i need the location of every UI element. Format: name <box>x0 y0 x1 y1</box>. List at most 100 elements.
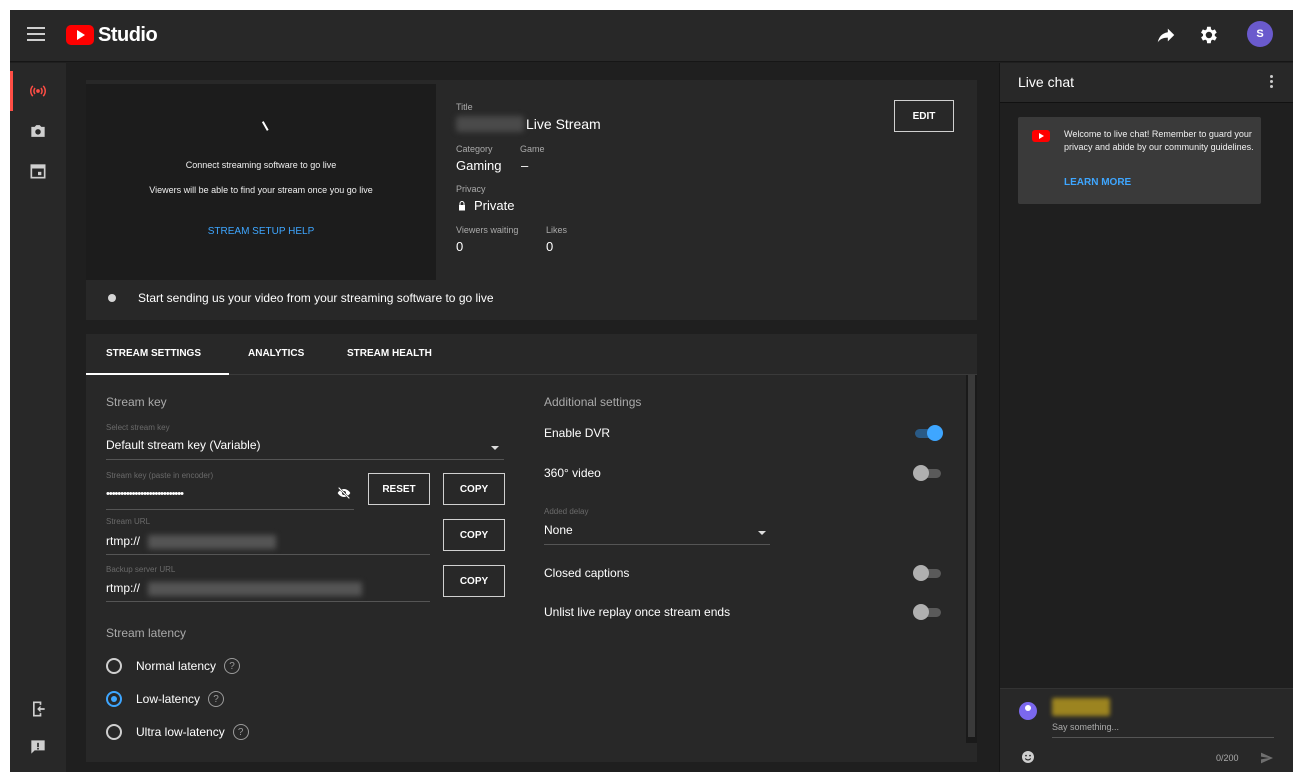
field-underline <box>1052 737 1274 738</box>
title-label: Title <box>456 102 473 112</box>
user-avatar-icon <box>1019 702 1037 720</box>
latency-normal-option[interactable]: Normal latency ? <box>106 656 241 676</box>
enable-dvr-toggle[interactable] <box>913 424 943 442</box>
chat-welcome-card: Welcome to live chat! Remember to guard … <box>1018 117 1261 204</box>
reset-key-button[interactable]: RESET <box>368 473 430 505</box>
stream-latency-title: Stream latency <box>106 626 187 640</box>
dropdown-caret-icon[interactable] <box>758 531 766 535</box>
emoji-icon[interactable] <box>1020 749 1036 765</box>
field-underline <box>106 601 430 602</box>
radio-button[interactable] <box>106 724 122 740</box>
live-broadcast-icon[interactable] <box>28 81 48 101</box>
stream-key-field[interactable]: ••••••••••••••••••••••••••• <box>106 488 184 500</box>
game-value: – <box>521 158 529 173</box>
redacted-title-prefix <box>456 116 524 132</box>
help-icon[interactable]: ? <box>232 724 249 740</box>
stream-preview: Connect streaming software to go live Vi… <box>86 84 436 280</box>
tab-analytics[interactable]: ANALYTICS <box>248 348 304 359</box>
chat-input-area: Say something... 0/200 <box>1000 688 1293 772</box>
camera-icon[interactable] <box>28 121 48 141</box>
help-icon[interactable]: ? <box>224 658 241 674</box>
live-chat-panel: Live chat Welcome to live chat! Remember… <box>999 63 1293 772</box>
copy-stream-url-button[interactable]: COPY <box>443 519 505 551</box>
hamburger-icon[interactable] <box>27 27 45 41</box>
studio-logo[interactable]: Studio <box>66 23 158 47</box>
viewers-waiting-label: Viewers waiting <box>456 225 519 235</box>
added-delay-label: Added delay <box>544 507 589 516</box>
active-nav-indicator <box>10 71 13 111</box>
closed-captions-toggle[interactable] <box>913 564 943 582</box>
calendar-icon[interactable] <box>28 161 48 181</box>
stream-url-field[interactable]: rtmp:// <box>106 534 140 548</box>
redacted-url <box>148 535 276 549</box>
learn-more-link[interactable]: LEARN MORE <box>1064 177 1131 188</box>
lock-icon <box>459 201 465 211</box>
viewers-info-text: Viewers will be able to find your stream… <box>149 185 373 195</box>
copy-backup-url-button[interactable]: COPY <box>443 565 505 597</box>
send-icon[interactable] <box>1258 750 1276 766</box>
unlist-replay-toggle[interactable] <box>913 603 943 621</box>
main-content: Connect streaming software to go live Vi… <box>66 63 999 772</box>
chat-input[interactable]: Say something... <box>1052 722 1119 732</box>
exit-icon[interactable] <box>28 699 48 719</box>
stream-status-text: Start sending us your video from your st… <box>138 291 494 305</box>
field-underline <box>106 459 504 460</box>
connect-software-text: Connect streaming software to go live <box>185 160 337 170</box>
stream-url-label: Stream URL <box>106 517 151 526</box>
360-video-label: 360° video <box>544 466 601 480</box>
viewers-waiting-value: 0 <box>456 239 464 254</box>
scrollbar[interactable] <box>966 375 977 743</box>
redacted-backup-url <box>148 582 362 596</box>
eye-off-icon[interactable] <box>336 485 352 501</box>
unlist-replay-label: Unlist live replay once stream ends <box>544 605 731 619</box>
game-label: Game <box>520 144 545 154</box>
enable-dvr-label: Enable DVR <box>544 426 611 440</box>
more-vert-icon[interactable] <box>1270 75 1274 91</box>
top-bar: Studio S <box>10 10 1293 62</box>
loading-spinner-icon <box>261 119 273 131</box>
studio-window: Studio S Connect streaming software to g… <box>10 10 1293 772</box>
360-video-toggle[interactable] <box>913 464 943 482</box>
logo-text: Studio <box>98 23 158 46</box>
privacy-label: Privacy <box>456 184 486 194</box>
scrollbar-thumb[interactable] <box>968 375 975 737</box>
redacted-username <box>1052 698 1110 716</box>
youtube-play-icon <box>66 25 94 45</box>
category-label: Category <box>456 144 493 154</box>
stream-key-section-title: Stream key <box>106 395 167 409</box>
share-arrow-icon[interactable] <box>1155 24 1177 46</box>
help-icon[interactable]: ? <box>208 691 225 707</box>
feedback-icon[interactable] <box>28 737 48 757</box>
status-dot-icon <box>108 294 116 302</box>
chat-title: Live chat <box>1018 74 1075 90</box>
latency-ultra-option[interactable]: Ultra low-latency ? <box>106 722 249 742</box>
left-nav <box>10 63 66 772</box>
added-delay-dropdown[interactable]: None <box>544 523 573 537</box>
chat-header: Live chat <box>1000 63 1293 103</box>
stream-title: Live Stream <box>526 116 601 132</box>
likes-value: 0 <box>546 239 554 254</box>
edit-button[interactable]: EDIT <box>894 100 954 132</box>
field-underline <box>106 509 354 510</box>
dropdown-caret-icon[interactable] <box>491 446 499 450</box>
tab-stream-settings[interactable]: STREAM SETTINGS <box>106 348 201 359</box>
gear-icon[interactable] <box>1197 24 1219 46</box>
copy-stream-key-button[interactable]: COPY <box>443 473 505 505</box>
radio-button-selected[interactable] <box>106 691 122 707</box>
stream-summary-card: Connect streaming software to go live Vi… <box>86 80 977 320</box>
radio-label: Ultra low-latency <box>136 725 225 739</box>
stream-settings-panel: STREAM SETTINGS ANALYTICS STREAM HEALTH … <box>86 334 977 762</box>
select-stream-key-dropdown[interactable]: Default stream key (Variable) <box>106 438 261 452</box>
latency-low-option[interactable]: Low-latency ? <box>106 689 225 709</box>
radio-label: Low-latency <box>136 692 201 706</box>
tab-stream-health[interactable]: STREAM HEALTH <box>347 348 432 359</box>
radio-label: Normal latency <box>136 659 217 673</box>
avatar[interactable]: S <box>1247 21 1273 47</box>
active-tab-underline <box>86 373 229 375</box>
field-underline <box>106 554 430 555</box>
stream-setup-help-link[interactable]: STREAM SETUP HELP <box>86 226 436 237</box>
radio-button[interactable] <box>106 658 122 674</box>
backup-url-label: Backup server URL <box>106 565 176 574</box>
stream-key-label: Stream key (paste in encoder) <box>106 471 214 480</box>
backup-url-field[interactable]: rtmp:// <box>106 581 140 595</box>
